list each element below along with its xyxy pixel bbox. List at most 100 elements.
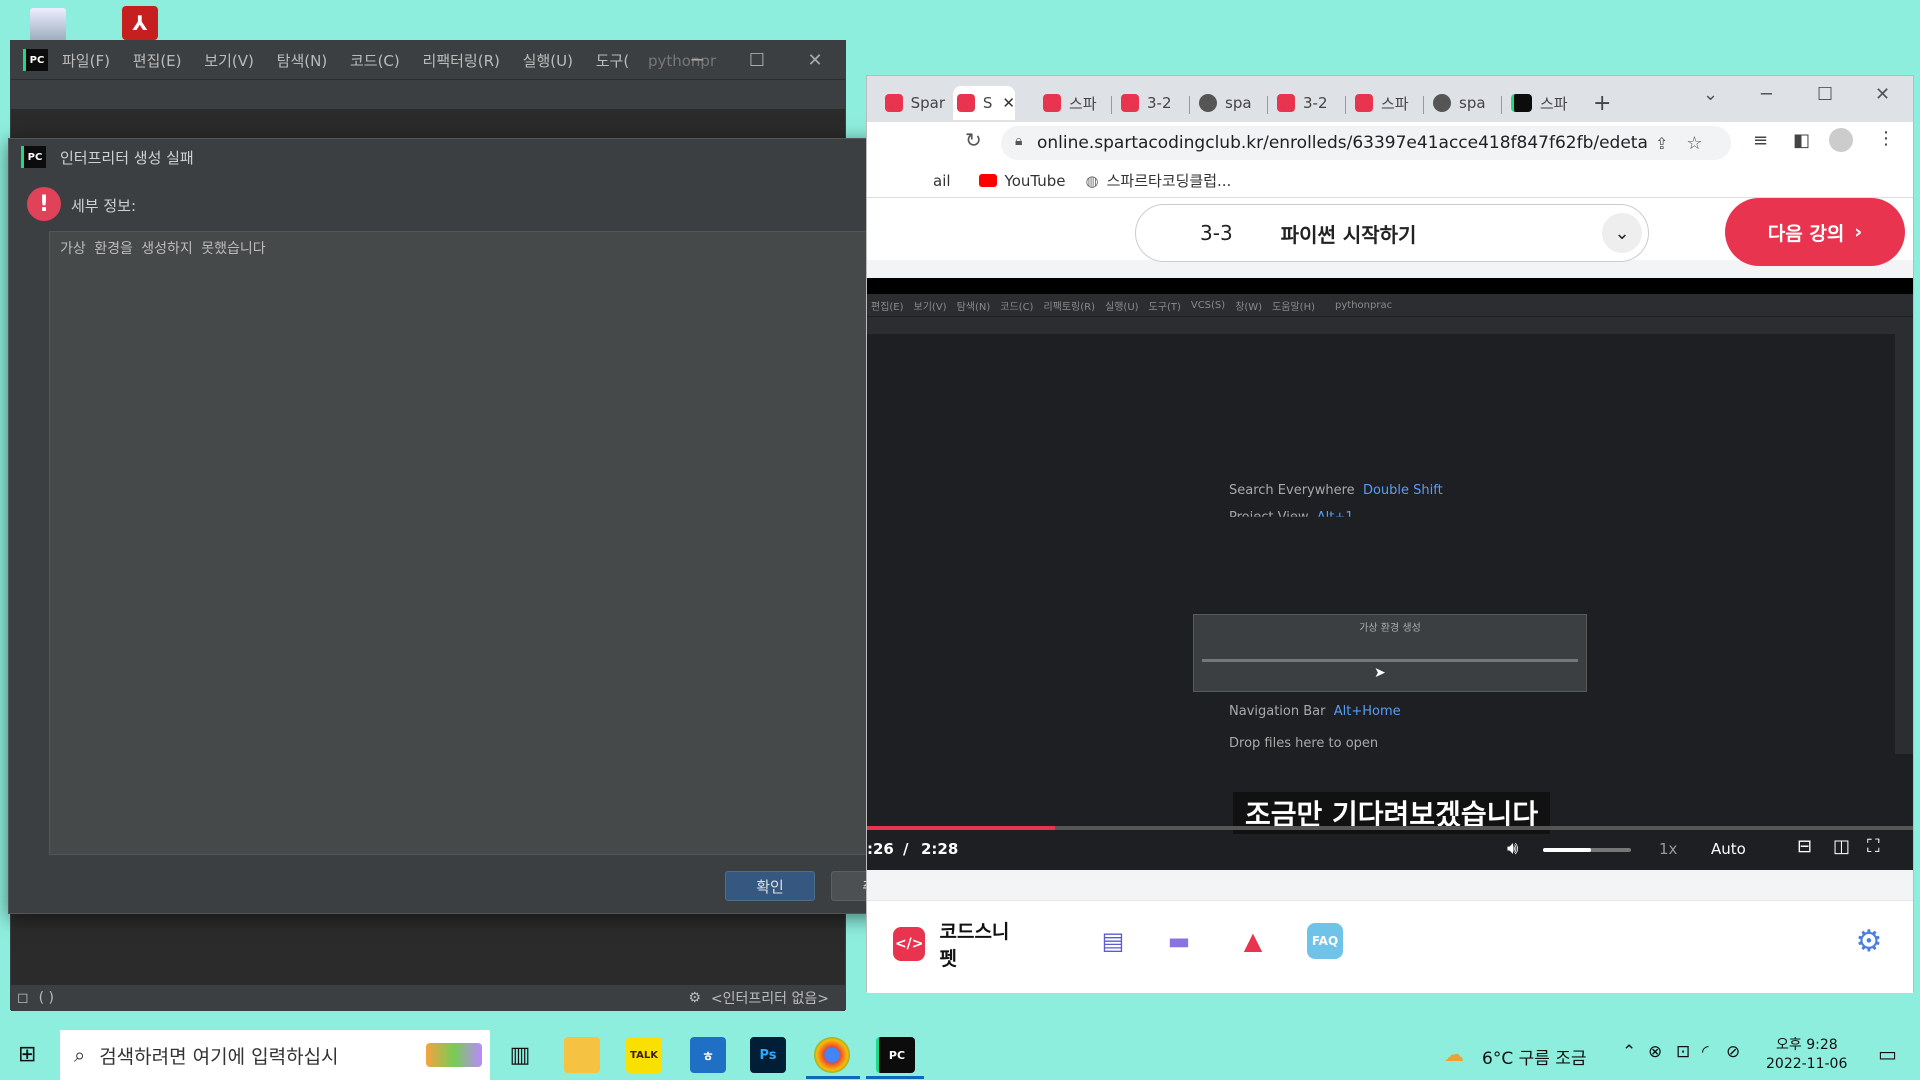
- maximize-icon[interactable]: ☐: [727, 41, 787, 79]
- pycharm-status-bar: ◻ ( ) ⚙ <인터프리터 없음>: [11, 985, 845, 1011]
- hint-project: Project View Alt+1: [1229, 510, 1354, 525]
- taskbar-search[interactable]: ⌕ 검색하려면 여기에 입력하십시: [60, 1030, 490, 1080]
- menu-view[interactable]: 보기(V): [204, 52, 254, 70]
- bookmark-youtube[interactable]: YouTube: [1005, 172, 1066, 190]
- ok-button[interactable]: 확인: [725, 871, 815, 901]
- tab-separator: [1501, 96, 1502, 114]
- code-snippet-button[interactable]: </> 코드스니펫: [893, 919, 1023, 970]
- subtitles-icon[interactable]: ⊟: [1797, 836, 1812, 857]
- clock-date[interactable]: 2022-11-06: [1766, 1056, 1847, 1072]
- search-placeholder: 검색하려면 여기에 입력하십시: [99, 1045, 339, 1068]
- weather-icon[interactable]: ☁: [1444, 1042, 1464, 1066]
- share-icon[interactable]: ⇪: [1655, 134, 1668, 153]
- acrobat-icon[interactable]: ⅄: [122, 6, 158, 40]
- windows-start-icon[interactable]: ⊞: [18, 1042, 36, 1067]
- next-lesson-button[interactable]: 다음 강의 ›: [1725, 198, 1905, 266]
- volume-slider[interactable]: [1543, 848, 1631, 852]
- tab[interactable]: 3-2: [1277, 86, 1337, 120]
- tab-close-icon[interactable]: ✕: [1002, 94, 1015, 112]
- meet-icon[interactable]: ⊡: [1676, 1042, 1690, 1062]
- pycharm-logo-icon: PC: [21, 146, 46, 168]
- file-explorer-icon[interactable]: [564, 1037, 600, 1073]
- video-letterbox: [867, 278, 1913, 294]
- antivirus-icon[interactable]: ⊗: [1648, 1042, 1662, 1062]
- menu-refactor[interactable]: 리팩터링(R): [423, 52, 500, 70]
- details-textarea[interactable]: 가상 환경을 생성하지 못했습니다: [49, 231, 909, 855]
- tab-active[interactable]: S ✕: [953, 86, 1015, 120]
- tab-favicon-icon: [1355, 94, 1373, 112]
- volume-icon[interactable]: 🔊︎: [1507, 838, 1518, 859]
- pycharm-icon[interactable]: PC: [876, 1037, 915, 1073]
- tab[interactable]: 스파: [1511, 86, 1571, 120]
- chrome-icon[interactable]: [814, 1037, 850, 1073]
- menu-code[interactable]: 코드(C): [350, 52, 400, 70]
- minimize-icon[interactable]: ─: [1761, 84, 1772, 105]
- profile-avatar[interactable]: [1829, 128, 1853, 152]
- interpreter-status[interactable]: <인터프리터 없음>: [711, 988, 829, 1008]
- weather-text[interactable]: 6°C 구름 조금: [1482, 1044, 1587, 1069]
- bookmark-gmail[interactable]: ail: [933, 172, 951, 190]
- chevron-up-icon[interactable]: ⌃: [1622, 1042, 1636, 1062]
- lock-icon[interactable]: 🔒︎: [1015, 133, 1022, 149]
- faq-icon[interactable]: FAQ: [1307, 923, 1343, 959]
- tab[interactable]: spa: [1433, 86, 1493, 120]
- minimize-icon[interactable]: ─: [667, 41, 727, 79]
- hint-search: Search Everywhere Double Shift: [1229, 483, 1443, 498]
- more-menu-icon[interactable]: ⋮: [1877, 128, 1895, 149]
- tab-favicon-icon: [885, 94, 903, 112]
- tab[interactable]: spa: [1199, 86, 1259, 120]
- bookmark-star-icon[interactable]: ☆: [1686, 133, 1702, 154]
- fullscreen-icon[interactable]: ⛶: [1867, 836, 1880, 857]
- tab-separator: [1267, 96, 1268, 114]
- wifi-icon[interactable]: ◜: [1702, 1042, 1709, 1062]
- notification-icon[interactable]: ▭: [1878, 1042, 1897, 1066]
- close-icon[interactable]: ✕: [1875, 84, 1890, 105]
- tab[interactable]: Spar: [885, 86, 945, 120]
- pycharm-active-indicator: [866, 1076, 924, 1079]
- speed-button[interactable]: 1x: [1659, 840, 1677, 858]
- new-tab-icon[interactable]: +: [1593, 86, 1623, 120]
- chat-icon[interactable]: ▬: [1161, 923, 1197, 959]
- tab-favicon-icon: [1199, 94, 1217, 112]
- interpreter-gear-icon[interactable]: ⚙: [688, 990, 701, 1006]
- settings-gear-icon[interactable]: ⚙: [1851, 923, 1887, 959]
- reload-icon[interactable]: ↻: [965, 128, 982, 152]
- hangul-icon[interactable]: ㅎ: [690, 1037, 726, 1073]
- maximize-icon[interactable]: ☐: [1817, 84, 1833, 105]
- lesson-select[interactable]: 3-3 파이썬 시작하기 ⌄: [1135, 204, 1649, 262]
- tab[interactable]: 스파: [1355, 86, 1415, 120]
- interpreter-error-dialog: PC 인터프리터 생성 실패 ✕ ! 세부 정보: 가상 환경을 생성하지 못했…: [8, 138, 940, 914]
- media-playlist-icon[interactable]: ≡: [1753, 130, 1768, 151]
- photoshop-icon[interactable]: Ps: [750, 1037, 786, 1073]
- menu-run[interactable]: 실행(U): [523, 52, 573, 70]
- system-tray: ☁ 6°C 구름 조금 ⌃ ⊗ ⊡ ◜ ⊘ 오후 9:28 2022-11-06…: [1444, 1030, 1920, 1080]
- clock-time[interactable]: 오후 9:28: [1776, 1034, 1838, 1054]
- kakaotalk-icon[interactable]: TALK: [626, 1037, 662, 1073]
- tab-search-chevron-icon[interactable]: ⌄: [1703, 84, 1718, 105]
- recycle-bin-icon[interactable]: [30, 8, 66, 42]
- layout-icon[interactable]: ◻: [17, 990, 29, 1006]
- quality-button[interactable]: Auto: [1711, 840, 1746, 858]
- address-bar[interactable]: 🔒︎ online.spartacodingclub.kr/enrolleds/…: [1001, 126, 1731, 160]
- menu-tools[interactable]: 도구(: [596, 52, 629, 70]
- menu-edit[interactable]: 편집(E): [133, 52, 182, 70]
- close-icon[interactable]: ✕: [785, 41, 845, 79]
- notes-icon[interactable]: ▤: [1095, 923, 1131, 959]
- picture-in-picture-icon[interactable]: ◫: [1833, 836, 1850, 857]
- tab-label: 스파: [1540, 94, 1568, 113]
- tab[interactable]: 3-2: [1121, 86, 1181, 120]
- bookmarks-bar: ail YouTube ◍ 스파르타코딩클럽...: [867, 164, 1913, 198]
- task-view-icon[interactable]: ▥: [502, 1037, 538, 1073]
- mute-icon[interactable]: ⊘: [1726, 1042, 1740, 1062]
- menu-navigate[interactable]: 탐색(N): [277, 52, 328, 70]
- video-player[interactable]: 편집(E) 보기(V) 탐색(N) 코드(C) 리팩토링(R) 실행(U) 도구…: [867, 278, 1913, 870]
- warning-icon[interactable]: ▲: [1235, 923, 1271, 959]
- bookmark-sparta[interactable]: 스파르타코딩클럽...: [1107, 170, 1232, 191]
- menu-file[interactable]: 파일(F): [62, 52, 110, 70]
- tab[interactable]: 스파: [1043, 86, 1103, 120]
- side-panel-icon[interactable]: ◧: [1793, 130, 1810, 151]
- hint-navigation: Navigation Bar Alt+Home: [1229, 704, 1401, 719]
- tab-favicon-icon: [1511, 94, 1532, 112]
- hint-drop: Drop files here to open: [1229, 736, 1379, 751]
- chevron-down-icon[interactable]: ⌄: [1602, 213, 1642, 253]
